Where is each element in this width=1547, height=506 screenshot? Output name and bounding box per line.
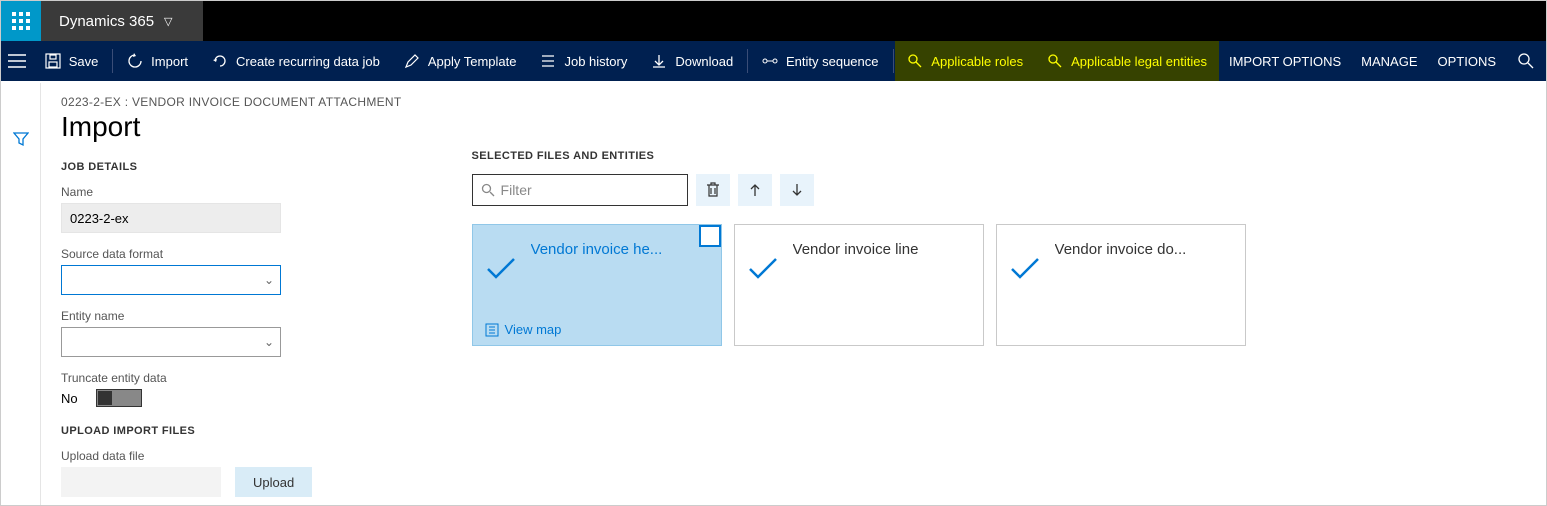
view-map-link[interactable]: View map — [485, 322, 562, 337]
breadcrumb: 0223-2-EX : VENDOR INVOICE DOCUMENT ATTA… — [61, 95, 402, 109]
move-down-button[interactable] — [780, 174, 814, 206]
entities-header: SELECTED FILES AND ENTITIES — [472, 150, 1246, 162]
entity-sequence-label: Entity sequence — [786, 54, 879, 69]
download-label: Download — [675, 54, 733, 69]
apply-template-label: Apply Template — [428, 54, 517, 69]
name-input[interactable] — [61, 203, 281, 233]
filter-row: Filter — [472, 174, 1246, 206]
search-icon — [481, 183, 495, 197]
save-icon — [45, 53, 61, 69]
create-recurring-button[interactable]: Create recurring data job — [200, 41, 392, 81]
chevron-down-icon: ⌄ — [264, 273, 274, 287]
action-bar: Save Import Create recurring data job Ap… — [1, 41, 1546, 81]
entity-card[interactable]: Vendor invoice line — [734, 224, 984, 346]
pencil-icon — [404, 53, 420, 69]
truncate-toggle[interactable] — [96, 389, 142, 407]
brand-dropdown[interactable]: Dynamics 365 ▽ — [41, 1, 203, 41]
view-map-label: View map — [505, 322, 562, 337]
arrow-up-icon — [748, 183, 762, 197]
source-format-label: Source data format — [61, 247, 402, 261]
entity-card[interactable]: Vendor invoice do... — [996, 224, 1246, 346]
job-history-label: Job history — [564, 54, 627, 69]
entity-card[interactable]: Vendor invoice he... View map — [472, 224, 722, 346]
sequence-icon — [762, 53, 778, 69]
upload-row: Upload — [61, 467, 402, 497]
card-title: Vendor invoice line — [793, 241, 971, 258]
left-rail — [1, 83, 41, 505]
card-title: Vendor invoice do... — [1055, 241, 1233, 258]
import-options-button[interactable]: IMPORT OPTIONS — [1219, 41, 1351, 81]
import-label: Import — [151, 54, 188, 69]
entity-cards: Vendor invoice he... View map Vendor inv… — [472, 224, 1246, 346]
options-button[interactable]: OPTIONS — [1428, 41, 1507, 81]
actionbar-right: IMPORT OPTIONS MANAGE OPTIONS — [1219, 41, 1546, 81]
truncate-toggle-row: No — [61, 389, 402, 407]
entity-sequence-button[interactable]: Entity sequence — [750, 41, 891, 81]
card-title: Vendor invoice he... — [531, 241, 709, 258]
trash-icon — [706, 182, 720, 198]
right-column: SELECTED FILES AND ENTITIES Filter — [472, 95, 1246, 505]
search-button[interactable] — [1506, 41, 1546, 81]
delete-button[interactable] — [696, 174, 730, 206]
applicable-entities-button[interactable]: Applicable legal entities — [1035, 41, 1219, 81]
truncate-value: No — [61, 391, 78, 406]
chevron-down-icon: ▽ — [164, 15, 172, 28]
content-area: 0223-2-EX : VENDOR INVOICE DOCUMENT ATTA… — [1, 83, 1546, 505]
manage-button[interactable]: MANAGE — [1351, 41, 1427, 81]
top-bar: Dynamics 365 ▽ — [1, 1, 1546, 41]
download-icon — [651, 53, 667, 69]
applicable-entities-label: Applicable legal entities — [1071, 54, 1207, 69]
recurring-label: Create recurring data job — [236, 54, 380, 69]
filter-input[interactable]: Filter — [472, 174, 688, 206]
chevron-down-icon: ⌄ — [264, 335, 274, 349]
entity-name-select[interactable]: ⌄ — [61, 327, 281, 357]
filter-placeholder: Filter — [501, 182, 532, 198]
separator — [747, 49, 748, 73]
left-column: 0223-2-EX : VENDOR INVOICE DOCUMENT ATTA… — [61, 95, 402, 505]
move-up-button[interactable] — [738, 174, 772, 206]
upload-file-field[interactable] — [61, 467, 221, 497]
upload-file-label: Upload data file — [61, 449, 402, 463]
import-button[interactable]: Import — [115, 41, 200, 81]
hamburger-menu-button[interactable] — [1, 41, 33, 81]
job-history-button[interactable]: Job history — [528, 41, 639, 81]
separator — [112, 49, 113, 73]
main-panel: 0223-2-EX : VENDOR INVOICE DOCUMENT ATTA… — [41, 83, 1546, 505]
download-button[interactable]: Download — [639, 41, 745, 81]
entity-name-label: Entity name — [61, 309, 402, 323]
recurring-icon — [212, 53, 228, 69]
applicable-roles-label: Applicable roles — [931, 54, 1023, 69]
magnifier-icon — [907, 53, 923, 69]
applicable-roles-button[interactable]: Applicable roles — [895, 41, 1035, 81]
hamburger-icon — [8, 54, 26, 68]
check-icon — [747, 257, 779, 281]
job-details-header: JOB DETAILS — [61, 161, 402, 173]
truncate-label: Truncate entity data — [61, 371, 402, 385]
waffle-icon — [12, 12, 30, 30]
app-launcher-button[interactable] — [1, 1, 41, 41]
upload-button[interactable]: Upload — [235, 467, 312, 497]
search-icon — [1518, 53, 1534, 69]
save-label: Save — [69, 54, 99, 69]
magnifier-icon — [1047, 53, 1063, 69]
source-format-select[interactable]: ⌄ — [61, 265, 281, 295]
name-label: Name — [61, 185, 402, 199]
separator — [893, 49, 894, 73]
arrow-down-icon — [790, 183, 804, 197]
card-checkbox[interactable] — [699, 225, 721, 247]
brand-label: Dynamics 365 — [59, 13, 154, 30]
filter-rail-button[interactable] — [13, 131, 29, 147]
apply-template-button[interactable]: Apply Template — [392, 41, 529, 81]
map-icon — [485, 323, 499, 337]
upload-header: UPLOAD IMPORT FILES — [61, 425, 402, 437]
refresh-icon — [127, 53, 143, 69]
check-icon — [1009, 257, 1041, 281]
list-icon — [540, 53, 556, 69]
funnel-icon — [13, 131, 29, 147]
check-icon — [485, 257, 517, 281]
save-button[interactable]: Save — [33, 41, 111, 81]
page-title: Import — [61, 111, 402, 143]
